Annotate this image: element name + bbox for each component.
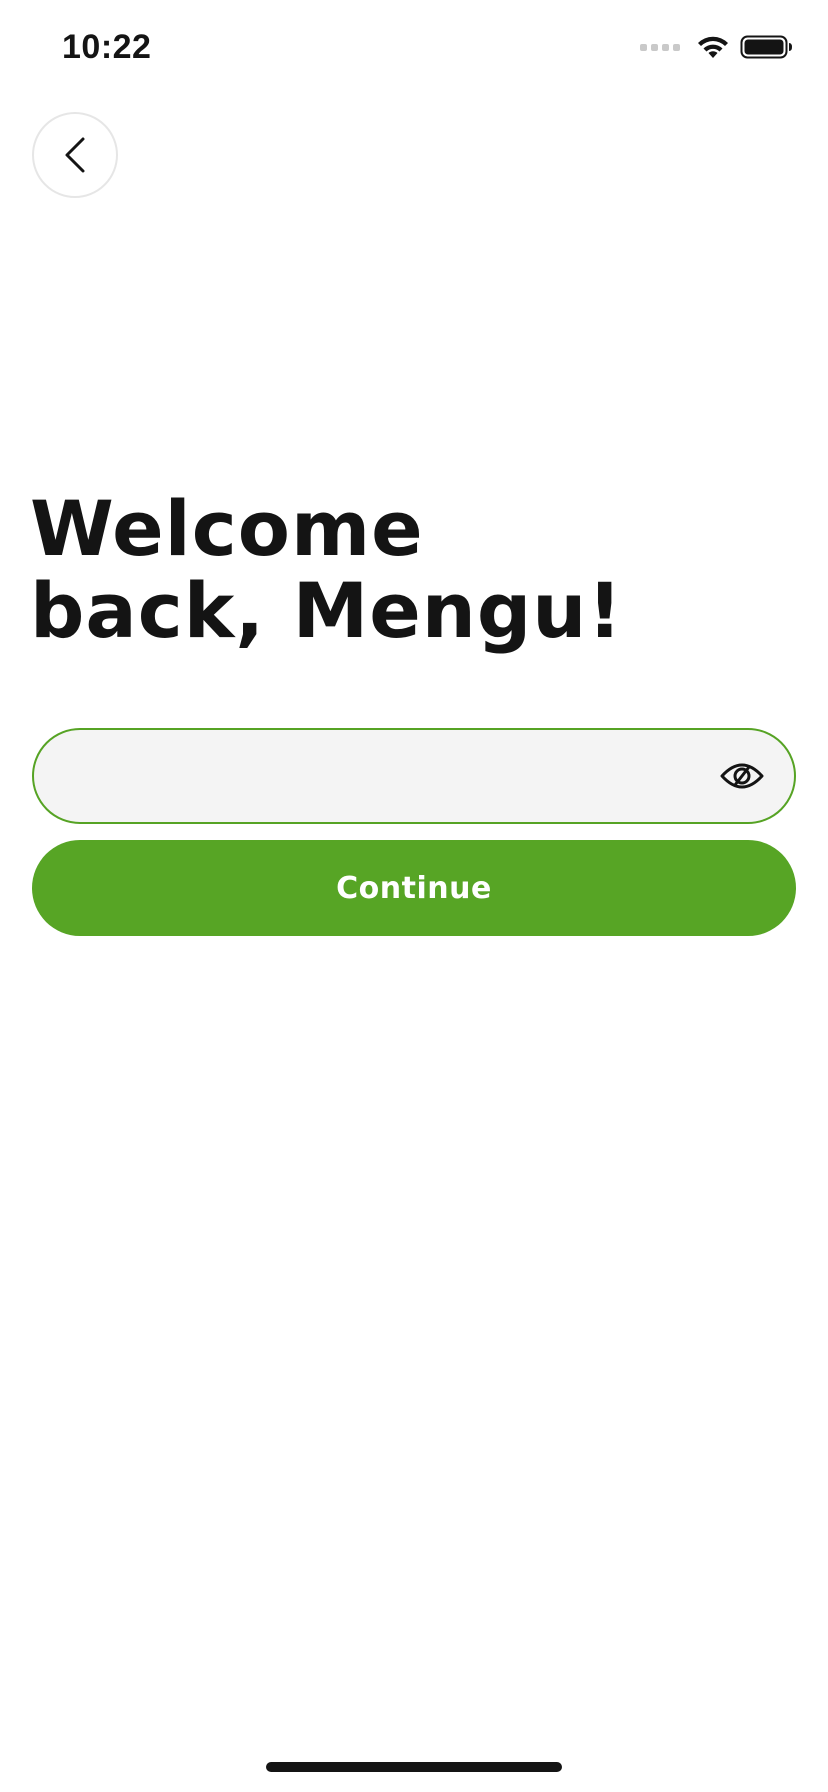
title-line-1: Welcome — [30, 484, 424, 573]
title-line-2: back, Mengu! — [30, 566, 624, 655]
status-time: 10:22 — [62, 28, 152, 66]
password-input[interactable] — [66, 730, 710, 824]
password-field[interactable] — [32, 728, 796, 824]
page-title: Welcome back, Mengu! — [30, 488, 730, 652]
wifi-icon — [698, 36, 728, 58]
status-icons — [640, 34, 794, 60]
cellular-signal-icon — [640, 43, 680, 51]
continue-button[interactable]: Continue — [32, 840, 796, 936]
home-indicator — [266, 1762, 562, 1772]
back-button[interactable] — [32, 112, 118, 198]
password-visibility-toggle[interactable] — [718, 752, 766, 800]
eye-off-icon — [720, 763, 764, 789]
chevron-left-icon — [65, 137, 85, 173]
battery-icon — [740, 35, 792, 59]
